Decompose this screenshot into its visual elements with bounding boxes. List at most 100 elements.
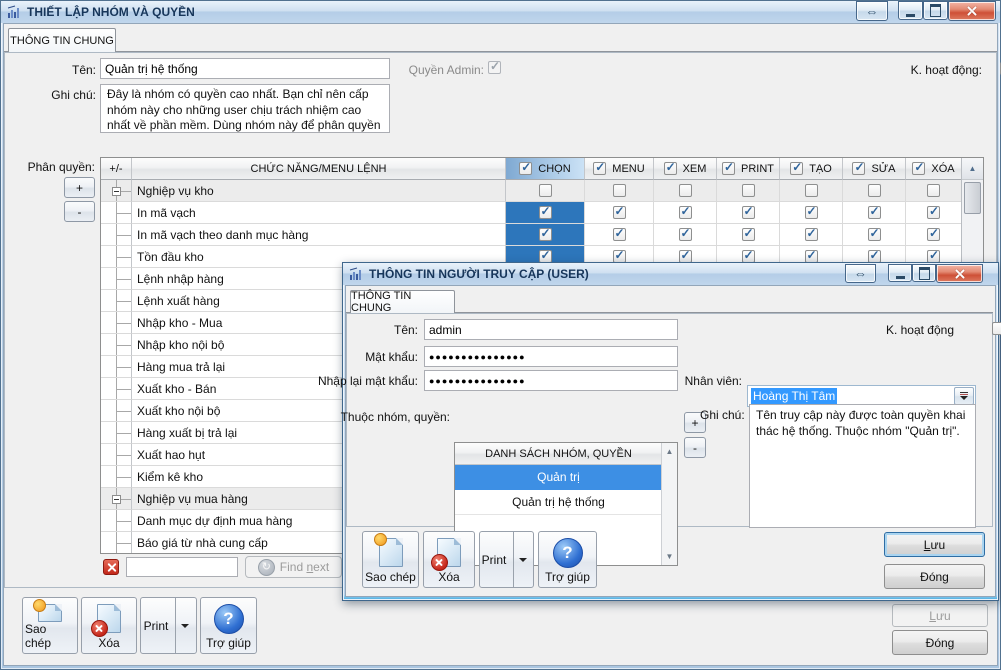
user-notes-textarea[interactable]: Tên truy cập này được toàn quyền khai th… — [749, 404, 976, 528]
permission-checkbox[interactable] — [868, 184, 881, 197]
column-select-all-checkbox[interactable] — [852, 162, 865, 175]
column-select-all-checkbox[interactable] — [912, 162, 925, 175]
permission-checkbox[interactable] — [805, 206, 818, 219]
main-save-button[interactable]: Lưu — [892, 604, 988, 627]
permission-cell — [843, 180, 906, 202]
tree-line — [116, 521, 132, 522]
main-resize-button[interactable]: ⇔ — [856, 1, 888, 21]
function-name-cell[interactable]: Nghiệp vụ kho — [132, 180, 506, 202]
dialog-tab-thong-tin-chung[interactable]: THÔNG TIN CHUNG — [350, 290, 455, 313]
column-header[interactable]: XEM — [654, 158, 717, 180]
expand-all-button[interactable]: + — [64, 177, 95, 198]
permission-checkbox[interactable] — [927, 184, 940, 197]
permission-row[interactable]: In mã vạch — [101, 202, 983, 224]
permission-checkbox[interactable] — [805, 228, 818, 241]
employee-dropdown-button[interactable] — [954, 387, 974, 405]
permission-checkbox[interactable] — [927, 206, 940, 219]
tree-collapse-expander[interactable] — [112, 187, 121, 196]
column-select-all-checkbox[interactable] — [722, 162, 735, 175]
permission-checkbox[interactable] — [679, 184, 692, 197]
minimize-icon — [906, 14, 915, 17]
dialog-delete-button[interactable]: Xóa — [423, 531, 475, 588]
scroll-up-button[interactable]: ▲ — [962, 158, 983, 180]
tree-collapse-expander[interactable] — [112, 495, 121, 504]
dialog-close-window-button[interactable]: Đóng — [884, 564, 985, 589]
scroll-up-icon[interactable]: ▲ — [666, 447, 674, 456]
print-dropdown-icon[interactable] — [181, 624, 189, 628]
column-header[interactable]: MENU — [585, 158, 654, 180]
collapse-all-button[interactable]: - — [64, 201, 95, 222]
scroll-thumb[interactable] — [964, 182, 981, 214]
permission-checkbox[interactable] — [613, 184, 626, 197]
permission-checkbox[interactable] — [742, 206, 755, 219]
clear-search-button[interactable] — [103, 559, 119, 575]
permission-checkbox[interactable] — [539, 206, 552, 219]
delete-document-icon — [437, 538, 461, 567]
dialog-print-button[interactable]: Print — [479, 531, 534, 588]
main-copy-button[interactable]: Sao chép — [22, 597, 78, 654]
dialog-help-button[interactable]: ? Trợ giúp — [538, 531, 597, 588]
dialog-minimize-button[interactable] — [888, 264, 912, 282]
groups-list-scrollbar[interactable]: ▲ ▼ — [661, 443, 677, 565]
main-title-bar[interactable]: THIẾT LẬP NHÓM VÀ QUYỀN — [1, 1, 1000, 23]
permission-checkbox[interactable] — [613, 206, 626, 219]
group-notes-label: Ghi chú: — [8, 88, 96, 102]
permission-checkbox[interactable] — [927, 228, 940, 241]
scroll-down-icon[interactable]: ▼ — [666, 552, 674, 561]
main-print-button[interactable]: Print — [140, 597, 197, 654]
dialog-maximize-button[interactable] — [912, 264, 936, 282]
main-close-window-button[interactable]: Đóng — [892, 630, 988, 655]
grid-header-row: +/-CHỨC NĂNG/MENU LỆNHCHỌNMENUXEMPRINTTẠ… — [101, 158, 983, 180]
print-dropdown-icon[interactable] — [519, 558, 527, 562]
group-notes-textarea[interactable]: Đây là nhóm có quyền cao nhất. Bạn chỉ n… — [100, 84, 390, 133]
user-name-input[interactable] — [424, 319, 678, 340]
permission-checkbox[interactable] — [742, 228, 755, 241]
main-help-button[interactable]: ? Trợ giúp — [200, 597, 257, 654]
function-name-cell[interactable]: In mã vạch theo danh mục hàng — [132, 224, 506, 246]
permission-cell — [717, 224, 780, 246]
column-header[interactable]: PRINT — [717, 158, 780, 180]
group-list-item[interactable]: Quản trị — [455, 465, 662, 490]
function-name-cell[interactable]: In mã vạch — [132, 202, 506, 224]
grid-search-input[interactable] — [126, 557, 238, 577]
combo-bar-icon — [960, 392, 968, 393]
confirm-password-input[interactable] — [424, 370, 678, 391]
permission-checkbox[interactable] — [742, 184, 755, 197]
permission-checkbox[interactable] — [539, 184, 552, 197]
admin-permission-checkbox — [488, 61, 501, 74]
password-input[interactable] — [424, 346, 678, 367]
column-select-all-checkbox[interactable] — [593, 162, 606, 175]
permission-checkbox[interactable] — [679, 228, 692, 241]
dialog-copy-button[interactable]: Sao chép — [362, 531, 419, 588]
permission-checkbox[interactable] — [539, 228, 552, 241]
column-select-all-checkbox[interactable] — [790, 162, 803, 175]
main-delete-button[interactable]: Xóa — [81, 597, 137, 654]
permission-checkbox[interactable] — [868, 228, 881, 241]
column-header[interactable]: XÓA — [906, 158, 962, 180]
permission-checkbox[interactable] — [613, 228, 626, 241]
main-close-button[interactable] — [948, 1, 996, 21]
main-tab-thong-tin-chung[interactable]: THÔNG TIN CHUNG — [8, 28, 116, 52]
main-minimize-button[interactable] — [898, 1, 923, 20]
scroll-up-icon: ▲ — [969, 164, 977, 173]
permission-checkbox[interactable] — [805, 184, 818, 197]
column-select-all-checkbox[interactable] — [664, 162, 677, 175]
dialog-resize-button[interactable]: ⇔ — [845, 264, 876, 283]
permission-checkbox[interactable] — [679, 206, 692, 219]
remove-group-button[interactable]: - — [684, 437, 706, 458]
dialog-close-button[interactable] — [936, 264, 983, 283]
find-next-button[interactable]: ↻ Find next — [245, 556, 342, 578]
permission-row[interactable]: In mã vạch theo danh mục hàng — [101, 224, 983, 246]
permission-checkbox[interactable] — [868, 206, 881, 219]
column-header[interactable]: TẠO — [780, 158, 843, 180]
user-inactive-checkbox[interactable] — [992, 322, 1001, 335]
member-groups-label: Thuộc nhóm, quyền: — [326, 410, 450, 424]
column-header[interactable]: SỬA — [843, 158, 906, 180]
column-select-all-checkbox[interactable] — [519, 162, 532, 175]
group-list-item[interactable]: Quản trị hệ thống — [455, 490, 662, 515]
column-header[interactable]: CHỌN — [506, 158, 585, 180]
permission-row[interactable]: Nghiệp vụ kho — [101, 180, 983, 202]
dialog-save-button[interactable]: Lưu — [884, 532, 985, 557]
group-name-input[interactable] — [100, 58, 390, 79]
main-maximize-button[interactable] — [923, 1, 948, 20]
